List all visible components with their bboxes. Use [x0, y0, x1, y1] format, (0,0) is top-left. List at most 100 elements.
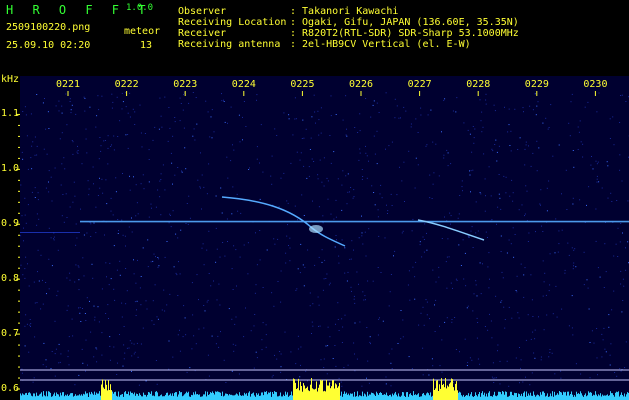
noise-dot: [358, 237, 360, 239]
level-bar: [308, 390, 309, 400]
level-bar: [564, 392, 565, 400]
noise-dot: [91, 263, 93, 265]
noise-dot: [77, 265, 79, 267]
noise-dot: [380, 184, 382, 186]
noise-dot: [390, 362, 392, 364]
noise-dot: [422, 374, 424, 376]
level-bar: [579, 394, 580, 400]
noise-dot: [491, 376, 493, 378]
level-bar: [522, 396, 523, 400]
noise-dot: [508, 239, 510, 241]
level-bar: [451, 378, 452, 400]
noise-dot: [227, 122, 228, 124]
noise-dot: [170, 226, 172, 228]
noise-dot: [579, 120, 581, 122]
noise-dot: [255, 284, 257, 286]
level-bar: [602, 394, 603, 400]
noise-dot: [75, 113, 77, 115]
noise-dot: [303, 165, 305, 167]
noise-dot: [20, 184, 22, 186]
noise-dot: [81, 163, 83, 165]
noise-dot: [341, 184, 343, 186]
level-bar: [530, 392, 531, 400]
noise-dot: [462, 190, 463, 192]
level-bar: [175, 392, 176, 400]
level-bar: [84, 394, 85, 400]
noise-dot: [370, 343, 371, 345]
noise-dot: [577, 126, 579, 128]
noise-dot: [193, 335, 195, 337]
noise-dot: [156, 316, 158, 318]
level-bar: [237, 394, 238, 400]
noise-dot: [273, 238, 275, 240]
noise-dot: [135, 215, 137, 217]
level-bar: [217, 391, 218, 400]
noise-dot: [210, 116, 212, 118]
noise-dot: [174, 174, 176, 176]
level-bar: [269, 392, 270, 400]
noise-dot: [84, 97, 86, 99]
noise-dot: [302, 119, 304, 121]
level-bar: [165, 394, 166, 400]
level-bar: [134, 392, 135, 400]
noise-dot: [288, 114, 290, 116]
noise-dot: [309, 149, 311, 150]
noise-dot: [204, 310, 206, 312]
level-bar: [608, 395, 609, 400]
noise-dot: [590, 164, 592, 166]
noise-dot: [66, 217, 68, 218]
noise-dot: [595, 240, 597, 242]
level-bar: [87, 393, 88, 400]
noise-dot: [511, 179, 513, 181]
noise-dot: [93, 183, 94, 185]
noise-dot: [492, 150, 494, 152]
level-bar: [40, 393, 41, 400]
level-bar: [586, 396, 587, 400]
level-bar: [515, 393, 516, 400]
noise-dot: [280, 177, 282, 179]
noise-dot: [71, 140, 73, 141]
noise-dot: [362, 291, 364, 293]
noise-dot: [549, 253, 551, 255]
noise-dot: [311, 333, 312, 334]
noise-dot: [203, 186, 205, 188]
level-bar: [604, 395, 605, 400]
noise-dot: [305, 370, 307, 372]
level-bar: [302, 391, 303, 400]
noise-dot: [556, 316, 558, 318]
y-tick-label: 1.1: [1, 108, 20, 120]
level-bar: [607, 394, 608, 400]
noise-dot: [30, 323, 32, 325]
level-bar: [222, 391, 223, 400]
noise-dot: [507, 131, 509, 133]
noise-dot: [564, 272, 566, 274]
noise-dot: [441, 131, 442, 133]
noise-dot: [168, 107, 170, 108]
noise-dot: [447, 165, 449, 167]
noise-dot: [613, 144, 615, 146]
noise-dot: [315, 122, 316, 124]
noise-dot: [198, 299, 199, 301]
noise-dot: [601, 356, 603, 358]
level-bar: [364, 393, 365, 400]
noise-dot: [75, 244, 77, 246]
noise-dot: [396, 194, 398, 196]
noise-dot: [265, 334, 267, 336]
noise-dot: [364, 231, 366, 233]
noise-dot: [300, 346, 302, 348]
noise-dot: [536, 170, 538, 172]
noise-dot: [387, 210, 389, 212]
x-tick-label: 0228: [466, 79, 491, 90]
noise-dot: [347, 271, 349, 273]
noise-dot: [575, 363, 577, 365]
noise-dot: [87, 364, 88, 366]
level-bar: [213, 392, 214, 400]
noise-dot: [400, 338, 402, 340]
noise-dot: [128, 347, 130, 349]
noise-dot: [47, 111, 49, 113]
noise-dot: [99, 137, 101, 138]
noise-dot: [191, 348, 193, 350]
level-bar: [582, 395, 583, 400]
noise-dot: [44, 98, 45, 99]
noise-dot: [527, 314, 529, 316]
